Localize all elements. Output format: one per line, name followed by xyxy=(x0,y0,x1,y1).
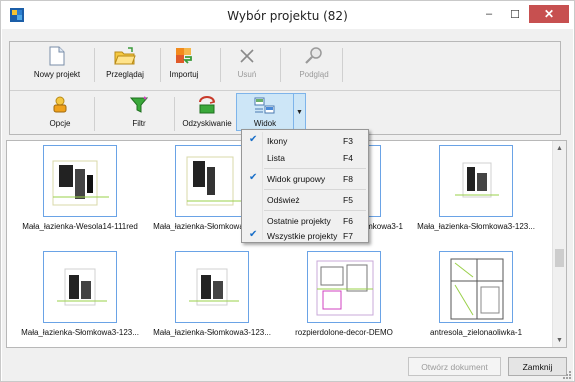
project-tile[interactable]: Mała_łazienka-Słomkowa3-123... xyxy=(15,251,145,347)
menu-item-label: Ostatnie projekty xyxy=(267,216,331,226)
project-name: Mała_łazienka-Słomkowa3-123... xyxy=(153,328,271,337)
import-button[interactable]: Importuj xyxy=(164,46,204,86)
project-name: Mała_łazienka-Słomkowa3-123... xyxy=(417,222,535,231)
toolbar: Nowy projekt Przeglądaj Importuj Usuń Po… xyxy=(9,41,561,135)
view-label: Widok xyxy=(253,119,277,128)
menu-item-all-projects[interactable]: ✔ Wszystkie projekty F7 xyxy=(244,227,366,244)
menu-item-shortcut: F6 xyxy=(343,216,353,226)
project-name: Mała_łazienka-Wesola14-111red xyxy=(22,222,138,231)
options-icon xyxy=(49,95,71,115)
menu-separator xyxy=(264,168,366,169)
menu-item-group-view[interactable]: ✔ Widok grupowy F8 xyxy=(244,170,366,187)
project-thumbnail xyxy=(439,145,513,217)
view-icon xyxy=(254,96,276,116)
toolbar-separator xyxy=(342,48,343,82)
delete-label: Usuń xyxy=(237,70,257,79)
minimize-button[interactable]: – xyxy=(476,5,502,23)
project-thumbnail xyxy=(439,251,513,323)
vertical-scrollbar[interactable]: ▲ ▼ xyxy=(552,141,566,347)
options-button[interactable]: Opcje xyxy=(42,95,78,135)
project-name: antresola_zielonaoliwka-1 xyxy=(429,328,523,337)
filter-funnel-icon xyxy=(128,95,150,115)
new-project-button[interactable]: Nowy projekt xyxy=(32,46,82,86)
project-tile[interactable]: Mała_łazienka-Słomkowa3-123... xyxy=(147,251,277,347)
preview-button[interactable]: Podgląd xyxy=(294,46,334,86)
maximize-button[interactable]: ☐ xyxy=(502,5,528,23)
toolbar-row-view: Opcje Filtr Odzyskiwanie Widok ▼ xyxy=(10,90,560,134)
view-menu: ✔ Ikony F3 Lista F4 ✔ Widok grupowy F8 O… xyxy=(241,129,369,243)
menu-item-label: Wszystkie projekty xyxy=(267,231,338,241)
browse-button[interactable]: Przeglądaj xyxy=(102,46,148,86)
menu-item-refresh[interactable]: Odśwież F5 xyxy=(244,191,366,208)
project-thumbnail xyxy=(175,251,249,323)
toolbar-separator xyxy=(160,48,161,82)
toolbar-separator xyxy=(94,48,95,82)
filter-button[interactable]: Filtr xyxy=(124,95,154,135)
project-selection-window: Wybór projektu (82) – ☐ ✕ Nowy projekt P xyxy=(0,0,575,382)
toolbar-separator xyxy=(94,97,95,131)
check-icon: ✔ xyxy=(249,229,258,240)
menu-item-shortcut: F5 xyxy=(343,195,353,205)
project-tile[interactable]: rozpierdolone-decor-DEMO xyxy=(279,251,409,347)
project-name: rozpierdolone-decor-DEMO xyxy=(295,328,393,337)
toolbar-row-project: Nowy projekt Przeglądaj Importuj Usuń Po… xyxy=(10,42,560,90)
view-button[interactable]: Widok xyxy=(236,93,294,131)
menu-item-list[interactable]: Lista F4 xyxy=(244,149,366,166)
delete-x-icon xyxy=(236,46,258,66)
filter-label: Filtr xyxy=(132,119,146,128)
menu-item-shortcut: F8 xyxy=(343,174,353,184)
view-dropdown-arrow[interactable]: ▼ xyxy=(294,93,306,131)
scroll-up-arrow-icon[interactable]: ▲ xyxy=(553,141,566,155)
new-document-icon xyxy=(46,46,68,66)
recovery-icon xyxy=(196,95,218,115)
menu-item-shortcut: F4 xyxy=(343,153,353,163)
menu-item-shortcut: F3 xyxy=(343,136,353,146)
project-thumbnail xyxy=(43,251,117,323)
menu-item-shortcut: F7 xyxy=(343,231,353,241)
toolbar-separator xyxy=(174,97,175,131)
close-window-button[interactable]: ✕ xyxy=(529,5,569,23)
recovery-label: Odzyskiwanie xyxy=(182,119,232,128)
import-label: Importuj xyxy=(169,70,199,79)
import-icon xyxy=(173,46,195,66)
scroll-thumb[interactable] xyxy=(555,249,564,267)
close-button[interactable]: Zamknij xyxy=(508,357,567,376)
menu-item-label: Ikony xyxy=(267,136,288,146)
menu-item-label: Odśwież xyxy=(267,195,300,205)
folder-open-icon xyxy=(114,46,136,66)
new-project-label: Nowy projekt xyxy=(33,70,81,79)
resize-grip-icon[interactable] xyxy=(563,371,571,379)
project-thumbnail xyxy=(175,145,249,217)
project-name: Mała_łazienka-Słomkowa3-123... xyxy=(21,328,139,337)
check-icon: ✔ xyxy=(249,134,258,145)
menu-item-icons[interactable]: ✔ Ikony F3 xyxy=(244,132,366,149)
open-document-button[interactable]: Otwórz dokument xyxy=(408,357,501,376)
magnifier-icon xyxy=(303,46,325,66)
check-icon: ✔ xyxy=(249,172,258,183)
delete-button[interactable]: Usuń xyxy=(232,46,262,86)
project-thumbnail xyxy=(307,251,381,323)
recovery-button[interactable]: Odzyskiwanie xyxy=(180,95,234,135)
preview-label: Podgląd xyxy=(299,70,329,79)
menu-item-label: Widok grupowy xyxy=(267,174,326,184)
menu-separator xyxy=(264,210,366,211)
options-label: Opcje xyxy=(49,119,71,128)
browse-label: Przeglądaj xyxy=(106,70,144,79)
project-thumbnail xyxy=(43,145,117,217)
scroll-down-arrow-icon[interactable]: ▼ xyxy=(553,333,566,347)
toolbar-separator xyxy=(280,48,281,82)
project-tile[interactable]: Mała_łazienka-Wesola14-111red xyxy=(15,145,145,245)
project-tile[interactable]: antresola_zielonaoliwka-1 xyxy=(411,251,541,347)
project-tile[interactable]: Mała_łazienka-Słomkowa3-123... xyxy=(411,145,541,245)
menu-separator xyxy=(264,189,366,190)
toolbar-separator xyxy=(220,48,221,82)
menu-item-label: Lista xyxy=(267,153,285,163)
title-bar: Wybór projektu (82) – ☐ ✕ xyxy=(1,1,574,29)
